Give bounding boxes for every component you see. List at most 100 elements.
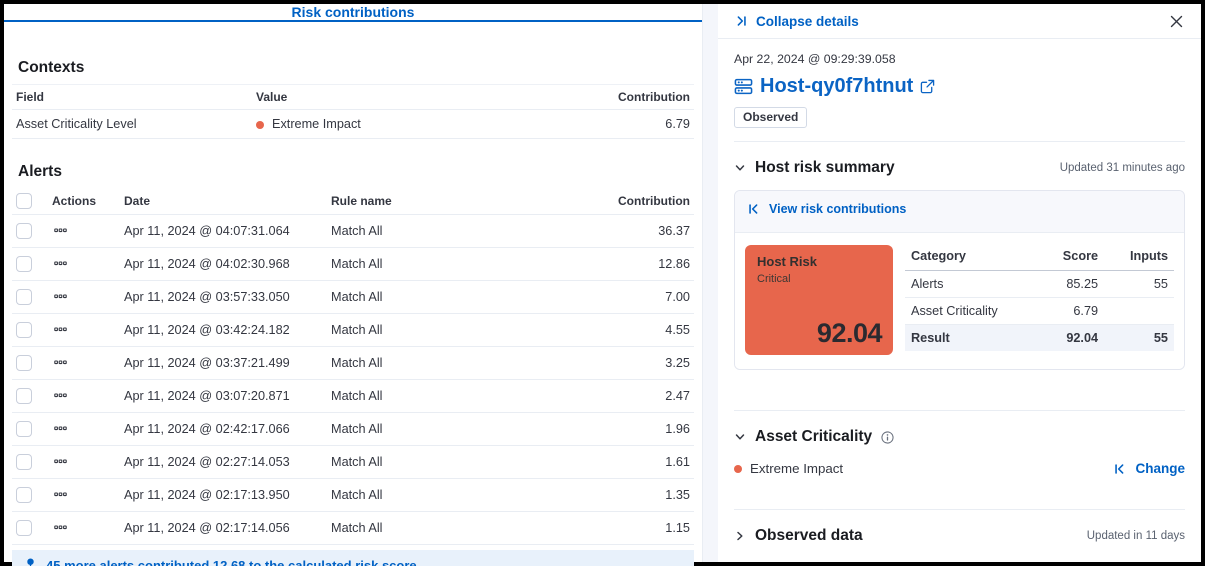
row-checkbox[interactable] [16, 289, 32, 305]
change-criticality-button[interactable]: Change [1113, 461, 1185, 476]
alerts-table: Actions Date Rule name Contribution Apr … [12, 188, 694, 545]
alert-date: Apr 11, 2024 @ 04:02:30.968 [120, 248, 327, 281]
asset-criticality-value: Extreme Impact [734, 461, 843, 476]
alerts-heading: Alerts [18, 163, 694, 181]
alert-rule: Match All [327, 413, 590, 446]
row-checkbox[interactable] [16, 256, 32, 272]
row-checkbox[interactable] [16, 454, 32, 470]
score-value: 6.79 [1002, 298, 1104, 325]
score-col-category: Category [905, 245, 1002, 271]
alerts-col-contribution: Contribution [590, 188, 694, 215]
flyout-body: Apr 22, 2024 @ 09:29:39.058 Host-qy0f7ht… [718, 39, 1201, 562]
context-contribution: 6.79 [584, 110, 694, 139]
context-value-label: Extreme Impact [272, 117, 361, 131]
boxes-horizontal-icon [54, 488, 67, 501]
tab-bar: Risk contributions [4, 4, 702, 22]
alert-rule: Match All [327, 248, 590, 281]
contexts-col-value: Value [252, 85, 584, 110]
row-checkbox[interactable] [16, 421, 32, 437]
row-actions-button[interactable] [52, 288, 69, 305]
host-name-link[interactable]: Host-qy0f7htnut [760, 75, 913, 98]
chevron-down-icon [734, 162, 746, 174]
boxes-horizontal-icon [54, 257, 67, 270]
alert-row: Apr 11, 2024 @ 04:02:30.968 Match All 12… [12, 248, 694, 281]
more-alerts-callout: 45 more alerts contributed 12.68 to the … [12, 550, 694, 566]
criticality-dot-icon [256, 121, 264, 129]
alert-row: Apr 11, 2024 @ 02:17:13.950 Match All 1.… [12, 479, 694, 512]
popout-icon[interactable] [920, 79, 935, 94]
alert-contribution: 3.25 [590, 347, 694, 380]
score-category: Result [905, 325, 1002, 352]
alert-row: Apr 11, 2024 @ 02:42:17.066 Match All 1.… [12, 413, 694, 446]
host-risk-summary-toggle[interactable]: Host risk summary [734, 159, 895, 177]
boxes-horizontal-icon [54, 323, 67, 336]
alert-row: Apr 11, 2024 @ 03:57:33.050 Match All 7.… [12, 281, 694, 314]
row-actions-button[interactable] [52, 387, 69, 404]
risk-card-score: 92.04 [817, 318, 882, 349]
row-checkbox[interactable] [16, 355, 32, 371]
chevron-right-icon [734, 530, 746, 542]
storage-icon [734, 77, 753, 96]
app-window: Risk contributions Contexts Field Value … [0, 0, 1205, 566]
pin-icon [24, 558, 37, 566]
alert-date: Apr 11, 2024 @ 02:42:17.066 [120, 413, 327, 446]
observed-data-toggle[interactable]: Observed data [734, 527, 863, 545]
asset-criticality-toggle[interactable]: Asset Criticality [734, 428, 894, 446]
row-actions-button[interactable] [52, 354, 69, 371]
boxes-horizontal-icon [54, 521, 67, 534]
alert-date: Apr 11, 2024 @ 03:37:21.499 [120, 347, 327, 380]
alert-row: Apr 11, 2024 @ 02:17:14.056 Match All 1.… [12, 512, 694, 545]
chevron-down-icon [734, 431, 746, 443]
risk-card-level: Critical [757, 273, 881, 285]
boxes-horizontal-icon [54, 356, 67, 369]
close-flyout-button[interactable] [1168, 13, 1185, 30]
row-checkbox[interactable] [16, 322, 32, 338]
alert-date: Apr 11, 2024 @ 03:57:33.050 [120, 281, 327, 314]
row-checkbox[interactable] [16, 520, 32, 536]
view-risk-contributions-button[interactable]: View risk contributions [747, 202, 906, 216]
callout-text: 45 more alerts contributed 12.68 to the … [46, 558, 417, 566]
score-result-row: Result 92.04 55 [905, 325, 1174, 352]
divider [734, 509, 1185, 510]
row-checkbox[interactable] [16, 388, 32, 404]
alert-date: Apr 11, 2024 @ 02:27:14.053 [120, 446, 327, 479]
alert-date: Apr 11, 2024 @ 03:42:24.182 [120, 314, 327, 347]
score-category: Asset Criticality [905, 298, 1002, 325]
boxes-horizontal-icon [54, 389, 67, 402]
row-actions-button[interactable] [52, 486, 69, 503]
row-checkbox[interactable] [16, 223, 32, 239]
score-inputs: 55 [1104, 271, 1174, 298]
flyout-header: Collapse details [718, 4, 1201, 39]
arrow-end-icon [734, 14, 748, 28]
row-checkbox[interactable] [16, 487, 32, 503]
score-row: Alerts 85.25 55 [905, 271, 1174, 298]
score-value: 92.04 [1002, 325, 1104, 352]
row-actions-button[interactable] [52, 453, 69, 470]
score-category: Alerts [905, 271, 1002, 298]
alert-rule: Match All [327, 479, 590, 512]
observed-data-header: Observed data Updated in 11 days [734, 527, 1185, 545]
risk-card-title: Host Risk [757, 254, 881, 269]
alert-contribution: 4.55 [590, 314, 694, 347]
row-actions-button[interactable] [52, 420, 69, 437]
host-risk-summary-title: Host risk summary [755, 159, 895, 177]
host-title-row: Host-qy0f7htnut [734, 75, 1185, 98]
divider [734, 141, 1185, 142]
row-actions-button[interactable] [52, 222, 69, 239]
alert-rule: Match All [327, 347, 590, 380]
alert-rule: Match All [327, 512, 590, 545]
info-icon[interactable] [881, 431, 894, 444]
row-actions-button[interactable] [52, 255, 69, 272]
row-actions-button[interactable] [52, 519, 69, 536]
score-row: Asset Criticality 6.79 [905, 298, 1174, 325]
alert-rule: Match All [327, 281, 590, 314]
alert-contribution: 1.96 [590, 413, 694, 446]
select-all-checkbox[interactable] [16, 193, 32, 209]
alert-contribution: 1.61 [590, 446, 694, 479]
row-actions-button[interactable] [52, 321, 69, 338]
asset-criticality-title: Asset Criticality [755, 428, 872, 446]
collapse-details-button[interactable]: Collapse details [734, 14, 859, 29]
alert-rule: Match All [327, 446, 590, 479]
tab-risk-contributions[interactable]: Risk contributions [292, 4, 415, 20]
contexts-table: Field Value Contribution Asset Criticali… [12, 84, 694, 139]
